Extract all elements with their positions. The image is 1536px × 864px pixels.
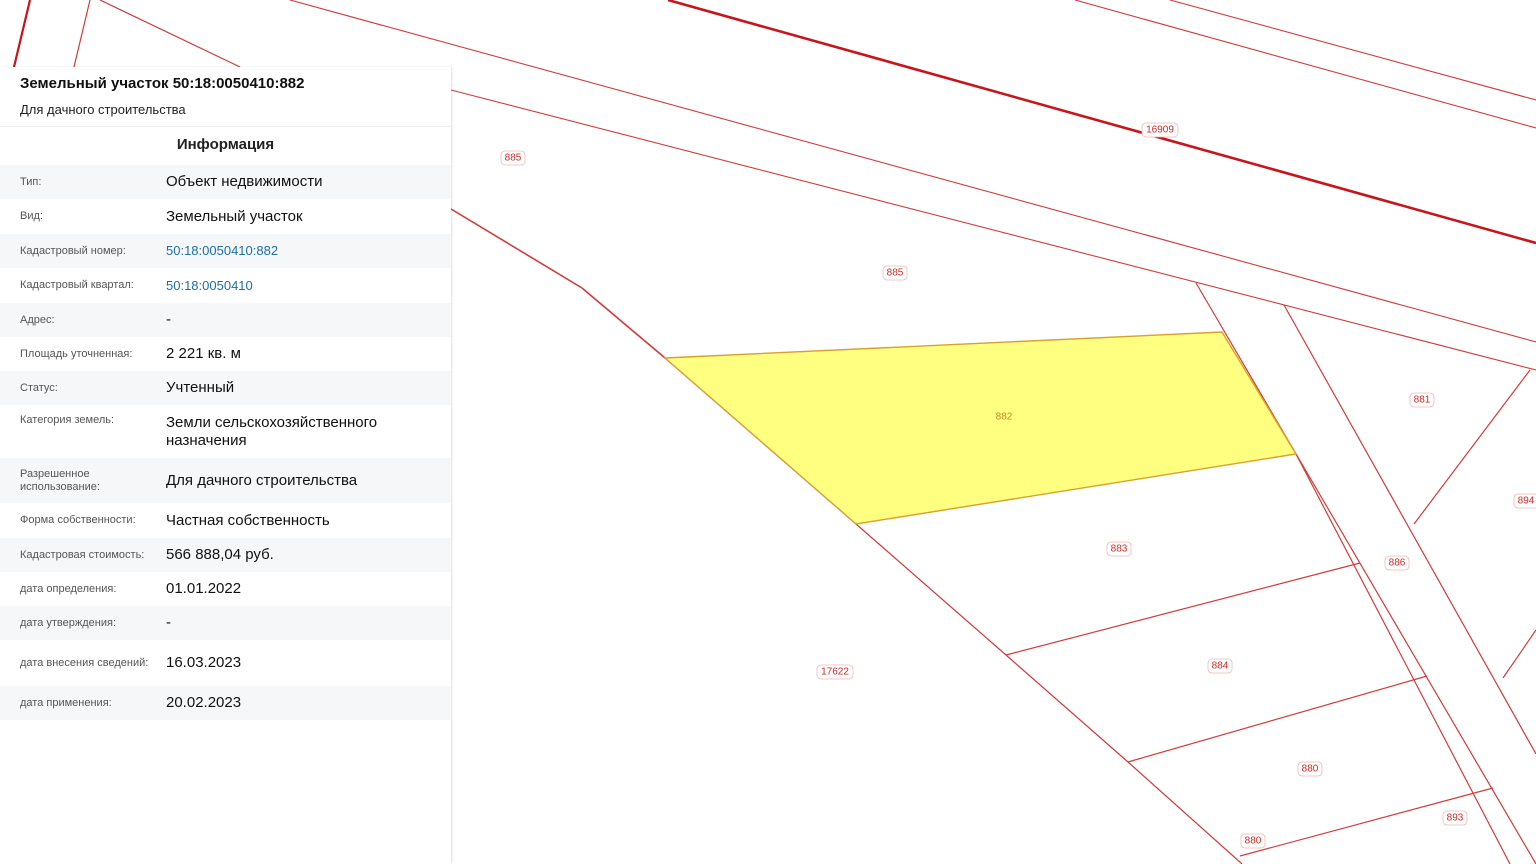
parcel-number-text: 885 bbox=[887, 268, 904, 279]
info-row-value: 16.03.2023 bbox=[166, 654, 242, 671]
parcel-boundary-line bbox=[99, 0, 241, 68]
info-row: Статус: Учтенный bbox=[0, 371, 451, 405]
info-row-label: Кадастровый номер: bbox=[20, 244, 126, 257]
parcel-boundary-line bbox=[1295, 453, 1511, 864]
info-row: Категория земель: Земли сельскохозяйствен… bbox=[0, 405, 451, 458]
info-row-label: Кадастровая стоимость: bbox=[20, 548, 145, 561]
parcel-number-text: 880 bbox=[1302, 764, 1319, 775]
info-table: Тип: Объект недвижимости Вид: Земельный уча… bbox=[0, 165, 451, 720]
info-row-label: Площадь уточненная: bbox=[20, 347, 133, 360]
info-row: Адрес: - bbox=[0, 303, 451, 337]
parcel-boundary-line bbox=[581, 287, 666, 359]
info-row-value: Учтенный bbox=[166, 379, 235, 396]
info-row-label: Тип: bbox=[20, 175, 42, 188]
parcel-boundary-line bbox=[12, 0, 32, 68]
info-row-label: дата определения: bbox=[20, 582, 117, 595]
parcel-boundary-line bbox=[1005, 654, 1129, 763]
info-row-label: Вид: bbox=[20, 210, 43, 222]
info-row: Вид: Земельный участок bbox=[0, 199, 451, 234]
parcel-number-text: 880 bbox=[1245, 836, 1262, 847]
parcel-label-884[interactable]: 884 bbox=[1207, 658, 1233, 674]
parcel-label-885[interactable]: 885 bbox=[500, 150, 526, 166]
parcel-number-text: 16909 bbox=[1146, 125, 1174, 136]
parcel-label-880[interactable]: 880 bbox=[1240, 833, 1266, 849]
info-row-value: Для дачного строительства bbox=[166, 471, 358, 489]
info-row-value: 566 888,04 руб. bbox=[166, 546, 274, 563]
parcel-label-17622[interactable]: 17622 bbox=[816, 664, 854, 680]
info-row: Разрешенное использование: Для дачного ст… bbox=[0, 458, 451, 503]
info-row: Кадастровый квартал: 50:18:0050410 bbox=[0, 268, 451, 303]
info-row: дата утверждения: - bbox=[0, 606, 451, 640]
info-row-value: - bbox=[166, 311, 171, 328]
info-row-value: 01.01.2022 bbox=[166, 580, 242, 597]
info-section-title: Информация bbox=[176, 136, 275, 153]
info-row-label: Форма собственности: bbox=[20, 514, 136, 526]
parcel-subtitle: Для дачного строительства bbox=[0, 101, 451, 127]
info-row-label: Статус: bbox=[20, 381, 58, 394]
parcel-number-text: 882 bbox=[996, 412, 1013, 423]
parcel-number-text: 885 bbox=[505, 153, 522, 164]
parcel-label-880[interactable]: 880 bbox=[1297, 761, 1323, 777]
parcel-boundary-line bbox=[73, 0, 91, 68]
info-row: Кадастровая стоимость: 566 888,04 руб. bbox=[0, 538, 451, 572]
info-row-value: - bbox=[166, 614, 171, 631]
info-row: дата определения: 01.01.2022 bbox=[0, 572, 451, 606]
info-row-label: Категория земель: bbox=[20, 414, 115, 426]
info-row-label: Кадастровый квартал: bbox=[20, 279, 134, 291]
info-row-value: Объект недвижимости bbox=[166, 173, 323, 190]
parcel-boundary-line bbox=[1502, 629, 1536, 679]
parcel-boundary-line bbox=[1169, 0, 1536, 101]
info-row-label: дата внесения сведений: bbox=[20, 656, 149, 669]
info-row: Форма собственности: Частная собственност… bbox=[0, 503, 451, 538]
parcel-number-text: 894 bbox=[1518, 496, 1535, 507]
info-row-value: 20.02.2023 bbox=[166, 694, 242, 711]
parcel-boundary-line bbox=[667, 0, 1536, 245]
parcel-number-text: 886 bbox=[1389, 558, 1406, 569]
parcel-label-882[interactable]: 882 bbox=[996, 412, 1013, 423]
parcel-number-text: 881 bbox=[1414, 395, 1431, 406]
parcel-boundary-line bbox=[1127, 761, 1243, 864]
info-row-value: Земли сельскохозяйственного назначения bbox=[166, 413, 378, 449]
parcel-boundary-line bbox=[450, 89, 1536, 371]
parcel-number-text: 893 bbox=[1447, 813, 1464, 824]
parcel-boundary-line bbox=[1074, 0, 1536, 129]
parcel-number-text: 884 bbox=[1212, 661, 1229, 672]
parcel-boundary-line bbox=[1195, 282, 1536, 864]
info-row-link[interactable]: 50:18:0050410 bbox=[166, 277, 451, 295]
parcel-title: Земельный участок 50:18:0050410:882 bbox=[20, 75, 305, 92]
info-row-label: дата утверждения: bbox=[20, 616, 117, 629]
parcel-label-894[interactable]: 894 bbox=[1513, 493, 1536, 509]
info-row: Тип: Объект недвижимости bbox=[0, 165, 451, 199]
selected-parcel-882[interactable] bbox=[663, 331, 1298, 525]
info-row-label: дата применения: bbox=[20, 696, 112, 709]
parcel-number-text: 883 bbox=[1111, 544, 1128, 555]
parcel-boundary-line bbox=[1283, 304, 1536, 755]
parcel-number-text: 17622 bbox=[821, 667, 849, 678]
parcel-boundary-line bbox=[855, 523, 1007, 656]
parcel-label-883[interactable]: 883 bbox=[1106, 541, 1132, 557]
info-row-link[interactable]: 50:18:0050410:882 bbox=[166, 242, 451, 260]
parcel-boundary-line bbox=[289, 0, 1536, 343]
info-row: дата применения: 20.02.2023 bbox=[0, 686, 451, 720]
parcel-label-885[interactable]: 885 bbox=[882, 265, 908, 281]
parcel-boundary-line bbox=[450, 208, 583, 289]
info-row: дата внесения сведений: 16.03.2023 bbox=[0, 640, 451, 686]
info-row-label: Разрешенное использование: bbox=[20, 467, 100, 493]
parcel-info-panel: Земельный участок 50:18:0050410:882 Для … bbox=[0, 67, 451, 864]
info-row-label: Адрес: bbox=[20, 313, 55, 326]
info-row: Кадастровый номер: 50:18:0050410:882 bbox=[0, 234, 451, 268]
parcel-label-886[interactable]: 886 bbox=[1384, 555, 1410, 571]
parcel-boundary-line bbox=[1127, 675, 1428, 763]
info-row-value: 2 221 кв. м bbox=[166, 345, 241, 362]
parcel-label-16909[interactable]: 16909 bbox=[1141, 122, 1179, 138]
parcel-label-893[interactable]: 893 bbox=[1442, 810, 1468, 826]
info-row: Площадь уточненная: 2 221 кв. м bbox=[0, 337, 451, 371]
info-row-value: Частная собственность bbox=[166, 511, 330, 529]
parcel-label-881[interactable]: 881 bbox=[1409, 392, 1435, 408]
parcel-boundary-line bbox=[1005, 562, 1361, 656]
info-row-value: Земельный участок bbox=[166, 207, 303, 225]
